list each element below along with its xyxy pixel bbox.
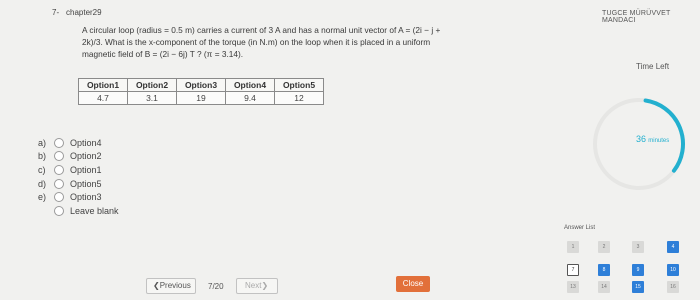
option-value: 19 xyxy=(176,91,226,105)
answer-list-cell[interactable]: 2 xyxy=(598,241,610,253)
answer-choice-e[interactable]: e) Option3 xyxy=(38,190,119,204)
option-value: 12 xyxy=(274,91,324,105)
question-navigation: ❮Previous 7/20 Next❯ xyxy=(146,278,278,294)
answer-choice-leave-blank[interactable]: Leave blank xyxy=(38,204,119,218)
answer-letter: b) xyxy=(38,151,47,162)
answer-letter: c) xyxy=(38,164,46,175)
answer-list-cell[interactable]: 13 xyxy=(567,281,579,293)
answer-list-cell[interactable]: 4 xyxy=(667,241,679,253)
answer-label: Option1 xyxy=(70,164,102,175)
answer-label: Leave blank xyxy=(70,205,119,216)
radio-button[interactable] xyxy=(54,164,64,175)
answer-label: Option2 xyxy=(70,151,102,162)
previous-button[interactable]: ❮Previous xyxy=(146,278,196,294)
answer-label: Option4 xyxy=(70,137,102,148)
next-button[interactable]: Next❯ xyxy=(235,278,278,294)
options-value-row: 4.7 3.1 19 9.4 12 xyxy=(78,91,324,105)
page-counter: 7/20 xyxy=(208,281,224,291)
timer-readout: 36 minutes xyxy=(636,134,669,144)
answer-list-cell[interactable]: 10 xyxy=(667,264,679,276)
radio-button[interactable] xyxy=(54,137,64,148)
question-text-line-1: A circular loop (radius = 0.5 m) carries… xyxy=(82,25,441,35)
answer-letter: d) xyxy=(38,178,47,189)
timer-unit: minutes xyxy=(648,138,670,144)
option-value: 9.4 xyxy=(225,91,275,105)
answer-choice-b[interactable]: b) Option2 xyxy=(38,150,119,164)
option-header: Option2 xyxy=(127,78,177,92)
user-name: TUGCE MÜRÜVVET MANDACI xyxy=(602,10,671,24)
option-header: Option3 xyxy=(176,78,226,92)
time-left-label: Time Left xyxy=(636,62,670,71)
question-chapter: chapter29 xyxy=(66,8,102,17)
radio-button[interactable] xyxy=(54,205,64,216)
exam-page: 7- chapter29 A circular loop (radius = 0… xyxy=(0,0,700,300)
answer-label: Option3 xyxy=(70,192,102,203)
question-number: 7- xyxy=(52,8,60,17)
option-header: Option1 xyxy=(78,78,128,92)
answer-choices: a) Option4 b) Option2 c) Option1 d) Opti… xyxy=(38,136,119,218)
question-text-line-3: magnetic field of B = (2i − 6j) T ? (π =… xyxy=(82,49,244,59)
radio-button[interactable] xyxy=(54,192,64,203)
option-value: 3.1 xyxy=(127,91,177,105)
close-button[interactable]: Close xyxy=(396,276,430,292)
timer-ring xyxy=(593,98,685,190)
answer-list-cell[interactable]: 16 xyxy=(667,281,679,293)
answer-list-cell[interactable]: 14 xyxy=(598,281,610,293)
answer-choice-d[interactable]: d) Option5 xyxy=(38,177,119,191)
answer-list-cell[interactable]: 3 xyxy=(632,241,644,253)
radio-button[interactable] xyxy=(54,151,64,162)
answer-letter: a) xyxy=(38,137,47,148)
answer-list-cell-current[interactable]: 7 xyxy=(567,264,579,276)
answer-list-cell[interactable]: 8 xyxy=(598,264,610,276)
answer-list-cell[interactable]: 15 xyxy=(632,281,644,293)
answer-letter: e) xyxy=(38,192,47,203)
option-value: 4.7 xyxy=(78,91,128,105)
answer-list-label: Answer List xyxy=(564,225,596,231)
radio-button[interactable] xyxy=(54,178,64,189)
options-header-row: Option1 Option2 Option3 Option4 Option5 xyxy=(78,78,324,92)
question-text-line-2: 2k)/3. What is the x-component of the to… xyxy=(82,37,431,47)
answer-choice-a[interactable]: a) Option4 xyxy=(38,136,119,150)
answer-choice-c[interactable]: c) Option1 xyxy=(38,163,119,177)
answer-list-cell[interactable]: 9 xyxy=(632,264,644,276)
option-header: Option5 xyxy=(274,78,324,92)
timer-value: 36 xyxy=(636,134,647,144)
question-text: A circular loop (radius = 0.5 m) carries… xyxy=(82,24,532,60)
answer-list-cell[interactable]: 1 xyxy=(567,241,579,253)
options-table: Option1 Option2 Option3 Option4 Option5 … xyxy=(78,78,324,105)
option-header: Option4 xyxy=(225,78,275,92)
answer-label: Option5 xyxy=(70,178,102,189)
